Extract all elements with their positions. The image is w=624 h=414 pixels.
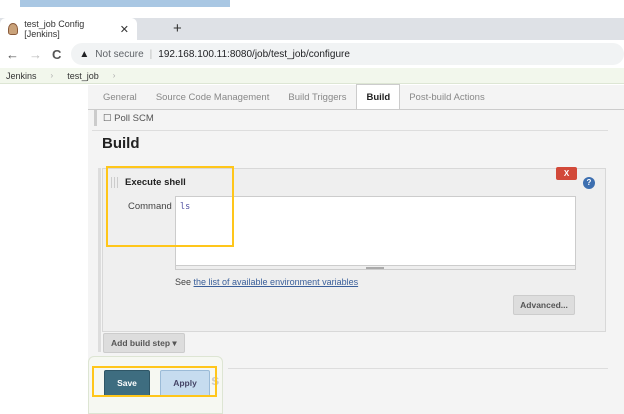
caret-down-icon: ▾ <box>172 338 177 348</box>
section-bar <box>98 168 101 352</box>
annotation-highlight <box>92 366 217 397</box>
poll-scm-label: Poll SCM <box>114 113 154 124</box>
section-title: Build <box>102 135 140 152</box>
tab-title: test_job Config [Jenkins] <box>24 19 85 39</box>
new-tab-button[interactable]: + <box>173 20 182 37</box>
textarea-resize-handle[interactable] <box>175 265 576 270</box>
add-build-step-button[interactable]: Add build step ▾ <box>103 333 185 353</box>
security-label: Not secure <box>95 48 144 60</box>
close-tab-icon[interactable]: ✕ <box>120 23 129 36</box>
breadcrumb: Jenkins › test_job › <box>0 68 624 84</box>
address-bar-row: ← → C ▲ Not secure | 192.168.100.11:8080… <box>0 40 624 68</box>
jenkins-favicon-icon <box>8 23 19 35</box>
warning-icon: ▲ <box>79 48 90 60</box>
env-prefix: See <box>175 277 194 287</box>
reload-icon[interactable]: C <box>52 47 61 62</box>
env-vars-hint: See the list of available environment va… <box>175 277 358 287</box>
breadcrumb-jenkins[interactable]: Jenkins <box>6 71 37 81</box>
tab-build[interactable]: Build <box>356 84 401 109</box>
divider <box>228 368 608 369</box>
help-icon[interactable]: ? <box>583 177 595 189</box>
chevron-right-icon: › <box>50 71 54 80</box>
command-input[interactable] <box>175 196 576 270</box>
text-selection-highlight <box>20 0 230 7</box>
advanced-button[interactable]: Advanced... <box>513 295 575 315</box>
tab-build-triggers[interactable]: Build Triggers <box>279 92 356 109</box>
url-text: 192.168.100.11:8080/job/test_job/configu… <box>158 48 350 60</box>
add-build-step-label: Add build step <box>111 338 171 348</box>
forward-icon[interactable]: → <box>29 47 42 62</box>
config-tabs: General Source Code Management Build Tri… <box>88 84 624 110</box>
tab-source-code-management[interactable]: Source Code Management <box>147 92 280 109</box>
env-vars-link[interactable]: the list of available environment variab… <box>194 277 359 287</box>
browser-tab[interactable]: test_job Config [Jenkins] ✕ <box>0 18 137 40</box>
tab-post-build-actions[interactable]: Post-build Actions <box>400 92 495 109</box>
divider: | <box>149 48 153 60</box>
annotation-highlight <box>106 166 234 247</box>
tab-general[interactable]: General <box>94 92 147 109</box>
poll-scm-checkbox[interactable]: ☐ Poll SCM <box>103 113 154 125</box>
delete-step-button[interactable]: X <box>556 167 577 180</box>
breadcrumb-test-job[interactable]: test_job <box>67 71 99 81</box>
divider <box>92 130 608 131</box>
url-bar[interactable]: ▲ Not secure | 192.168.100.11:8080/job/t… <box>71 43 624 65</box>
chevron-right-icon[interactable]: › <box>113 71 116 80</box>
section-bar <box>94 110 97 126</box>
back-icon[interactable]: ← <box>6 47 19 62</box>
